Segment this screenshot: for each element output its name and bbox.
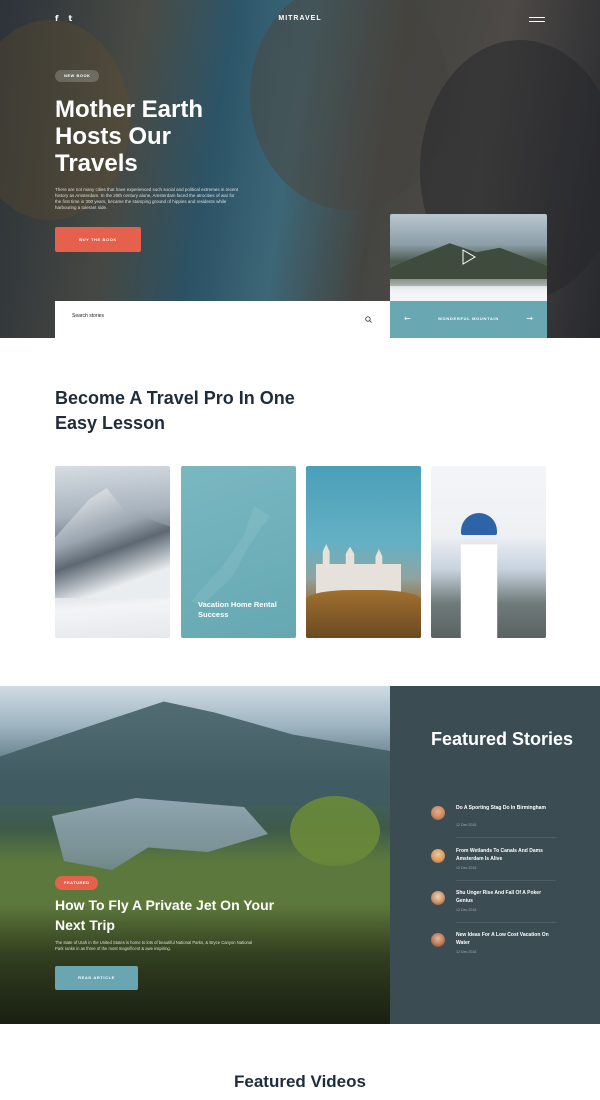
- video-navigation-bar: ← WONDERFUL MOUNTAIN →: [390, 301, 547, 338]
- story-item[interactable]: Shu Unger Rise And Fall Of A Poker Geniu…: [431, 890, 581, 930]
- story-item[interactable]: New Ideas For A Low Cost Vacation On Wat…: [431, 932, 581, 972]
- story-item[interactable]: Do A Sporting Stag Do In Birmingham 12 D…: [431, 805, 581, 845]
- lesson-card-snow-mountain[interactable]: [55, 466, 170, 638]
- castle-image: [316, 544, 401, 594]
- white-church-image: [460, 544, 498, 638]
- lesson-card-caption: Vacation Home Rental Success: [198, 600, 277, 619]
- twitter-icon[interactable]: t: [68, 14, 72, 23]
- featured-stories-panel: Featured Stories Do A Sporting Stag Do I…: [390, 686, 600, 1024]
- story-title[interactable]: Shu Unger Rise And Fall Of A Poker Geniu…: [456, 890, 556, 905]
- avatar: [431, 849, 445, 863]
- story-date: 12 Dec 2018: [456, 866, 477, 870]
- featured-article-description: The state of Utah in the United States i…: [55, 940, 253, 951]
- featured-article-title[interactable]: How To Fly A Private Jet On Your Next Tr…: [55, 895, 275, 935]
- featured-badge: FEATURED: [55, 876, 99, 890]
- search-input[interactable]: [72, 313, 332, 319]
- video-thumbnail[interactable]: [390, 214, 547, 301]
- top-navigation: f t MITRAVEL: [55, 14, 545, 28]
- snow-mountain-image: [55, 488, 170, 598]
- facebook-icon[interactable]: f: [55, 14, 58, 23]
- play-icon[interactable]: [462, 249, 476, 265]
- lessons-heading: Become A Travel Pro In One Easy Lesson: [55, 388, 295, 433]
- divider: [456, 922, 556, 923]
- read-article-button[interactable]: READ ARTICLE: [55, 966, 138, 990]
- hero-title: Mother Earth Hosts Our Travels: [55, 96, 204, 177]
- search-bar: [55, 301, 390, 338]
- divider: [456, 880, 556, 881]
- divider: [456, 837, 556, 838]
- story-title[interactable]: From Wetlands To Canals And Dams Amsterd…: [456, 848, 556, 863]
- story-item[interactable]: From Wetlands To Canals And Dams Amsterd…: [431, 848, 581, 888]
- river-image: [191, 506, 270, 606]
- buy-the-book-button[interactable]: BUY THE BOOK: [55, 227, 141, 252]
- autumn-forest-image: [306, 590, 421, 638]
- new-book-badge: NEW BOOK: [55, 70, 100, 82]
- featured-videos-heading: Featured Videos: [234, 1072, 366, 1091]
- story-date: 12 Dec 2018: [456, 823, 477, 827]
- site-logo[interactable]: MITRAVEL: [278, 15, 321, 22]
- search-icon[interactable]: [365, 316, 372, 323]
- story-title[interactable]: New Ideas For A Low Cost Vacation On Wat…: [456, 932, 556, 947]
- avatar: [431, 933, 445, 947]
- story-title[interactable]: Do A Sporting Stag Do In Birmingham: [456, 805, 556, 813]
- lesson-card-vacation-rental[interactable]: Vacation Home Rental Success: [181, 466, 296, 638]
- featured-stories-heading: Featured Stories: [431, 729, 574, 749]
- lesson-card-church[interactable]: [431, 466, 546, 638]
- arrow-right-icon[interactable]: →: [526, 314, 533, 324]
- hamburger-menu-icon[interactable]: [529, 17, 545, 25]
- social-links: f t: [55, 14, 72, 23]
- avatar: [431, 891, 445, 905]
- story-date: 12 Dec 2018: [456, 908, 477, 912]
- hero-description: There are not many cities that have expe…: [55, 187, 239, 210]
- avatar: [431, 806, 445, 820]
- video-clouds: [390, 279, 547, 301]
- blue-dome-image: [461, 513, 497, 535]
- lesson-card-castle[interactable]: [306, 466, 421, 638]
- story-date: 12 Dec 2018: [456, 950, 477, 954]
- video-title: WONDERFUL MOUNTAIN: [438, 316, 499, 321]
